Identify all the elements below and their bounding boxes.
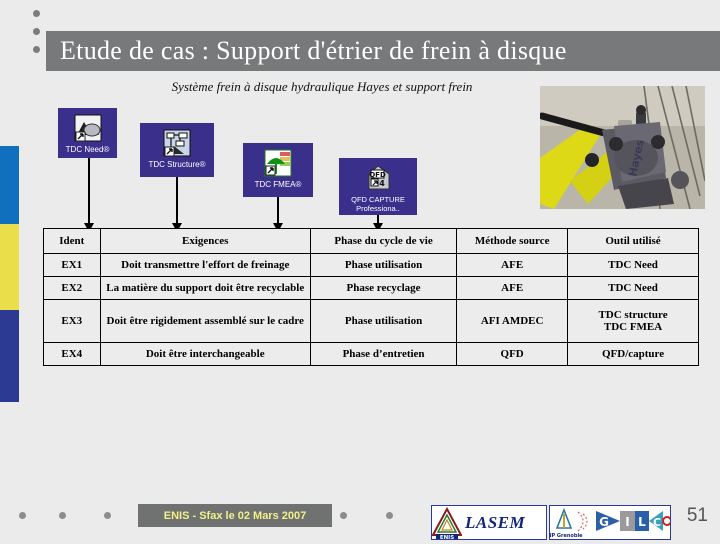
connector-arrow-icon — [172, 177, 182, 232]
cell-outil: TDC Need — [567, 253, 699, 277]
column-header-phase: Phase du cycle de vie — [309, 228, 458, 254]
tile-label: TDC Structure® — [148, 160, 206, 169]
sidebar-accent-bar-yellow — [0, 224, 19, 310]
qfd-capture-icon: QFD 4 — [363, 163, 393, 193]
logo-lasem: ENIS LASEM — [431, 505, 547, 541]
decorative-dot-icon — [33, 28, 40, 35]
tdc-need-icon — [73, 113, 103, 143]
tile-label: TDC Need® — [65, 145, 110, 154]
sidebar-accent-bar-blue — [0, 146, 19, 224]
cell-ident: EX2 — [43, 276, 101, 300]
svg-text:L: L — [638, 515, 646, 529]
table-header-row: Ident Exigences Phase du cycle de vie Mé… — [43, 228, 699, 254]
svg-text:QFD: QFD — [369, 171, 386, 179]
cell-phase: Phase utilisation — [309, 299, 458, 343]
sidebar-accent-bar-navy — [0, 310, 19, 402]
connector-arrow-icon — [273, 197, 283, 232]
footer-dot-icon — [104, 512, 111, 519]
slide-subtitle: Système frein à disque hydraulique Hayes… — [171, 79, 473, 94]
column-header-methode: Méthode source — [456, 228, 569, 254]
cell-phase: Phase utilisation — [309, 253, 458, 277]
cell-methode: AFE — [456, 276, 569, 300]
table-row: EX3 Doit être rigidement assemblé sur le… — [43, 299, 699, 343]
decorative-dot-icon — [33, 10, 40, 17]
svg-text:I: I — [625, 515, 629, 529]
cell-exigence: Doit être rigidement assemblé sur le cad… — [99, 299, 311, 343]
cell-methode: QFD — [456, 342, 569, 366]
cell-methode: AFI AMDEC — [456, 299, 569, 343]
cell-exigence: La matière du support doit être recyclab… — [99, 276, 311, 300]
slide-canvas: Etude de cas : Support d'étrier de frein… — [0, 0, 720, 541]
table-row: EX2 La matière du support doit être recy… — [43, 276, 699, 300]
logo-gilco: INP Grenoble G I L C — [549, 505, 671, 540]
cell-outil-line1: TDC structure — [598, 309, 668, 321]
brake-caliper-photo: Hayes — [540, 86, 705, 209]
footer-dot-icon — [386, 512, 393, 519]
tile-label: QFD CAPTURE Professiona.. — [351, 195, 405, 213]
enis-triangle-logo-icon: ENIS — [431, 506, 463, 541]
cell-phase: Phase d’entretien — [309, 342, 458, 366]
footer-dot-icon — [340, 512, 347, 519]
footer-banner: ENIS - Sfax le 02 Mars 2007 — [138, 504, 332, 527]
tile-tdc-fmea[interactable]: TDC FMEA® — [243, 143, 313, 197]
tile-tdc-need[interactable]: TDC Need® — [58, 108, 117, 158]
logo-lasem-text: LASEM — [465, 512, 526, 532]
decorative-dot-icon — [33, 46, 40, 53]
svg-text:G: G — [599, 515, 609, 529]
column-header-exigences: Exigences — [99, 228, 311, 254]
cell-ident: EX1 — [43, 253, 101, 277]
tile-qfd-capture[interactable]: QFD 4 QFD CAPTURE Professiona.. — [339, 158, 417, 215]
table-row: EX4 Doit être interchangeable Phase d’en… — [43, 342, 699, 366]
cell-exigence: Doit être interchangeable — [99, 342, 311, 366]
cell-outil-line2: TDC FMEA — [603, 321, 663, 333]
cell-ident: EX4 — [43, 342, 101, 366]
svg-text:ENIS: ENIS — [440, 535, 454, 539]
cell-outil: QFD/capture — [567, 342, 699, 366]
svg-text:INP Grenoble: INP Grenoble — [550, 533, 583, 539]
cell-phase: Phase recyclage — [309, 276, 458, 300]
cell-outil: TDC structure TDC FMEA — [567, 299, 699, 343]
svg-text:4: 4 — [379, 179, 385, 188]
page-title: Etude de cas : Support d'étrier de frein… — [60, 36, 567, 65]
column-header-ident: Ident — [43, 228, 101, 254]
footer-banner-text: ENIS - Sfax le 02 Mars 2007 — [163, 509, 307, 522]
tile-label: TDC FMEA® — [254, 180, 302, 189]
column-header-outil: Outil utilisé — [567, 228, 699, 254]
cell-exigence: Doit transmettre l'effort de freinage — [99, 253, 311, 277]
connector-arrow-icon — [84, 158, 94, 232]
connector-arrow-icon — [373, 215, 383, 232]
cell-methode: AFE — [456, 253, 569, 277]
page-number: 51 — [686, 505, 708, 526]
cell-outil: TDC Need — [567, 276, 699, 300]
tdc-fmea-icon — [263, 148, 293, 178]
tdc-structure-icon — [162, 128, 192, 158]
slide-title-bar: Etude de cas : Support d'étrier de frein… — [46, 31, 720, 71]
svg-text:C: C — [653, 516, 661, 529]
cell-ident: EX3 — [43, 299, 101, 343]
tile-tdc-structure[interactable]: TDC Structure® — [140, 123, 214, 177]
requirements-table: Ident Exigences Phase du cycle de vie Mé… — [43, 228, 699, 366]
footer-dot-icon — [59, 512, 66, 519]
inp-grenoble-logo-icon: INP Grenoble G I L C — [550, 506, 670, 539]
footer-dot-icon — [19, 512, 26, 519]
table-row: EX1 Doit transmettre l'effort de freinag… — [43, 253, 699, 277]
